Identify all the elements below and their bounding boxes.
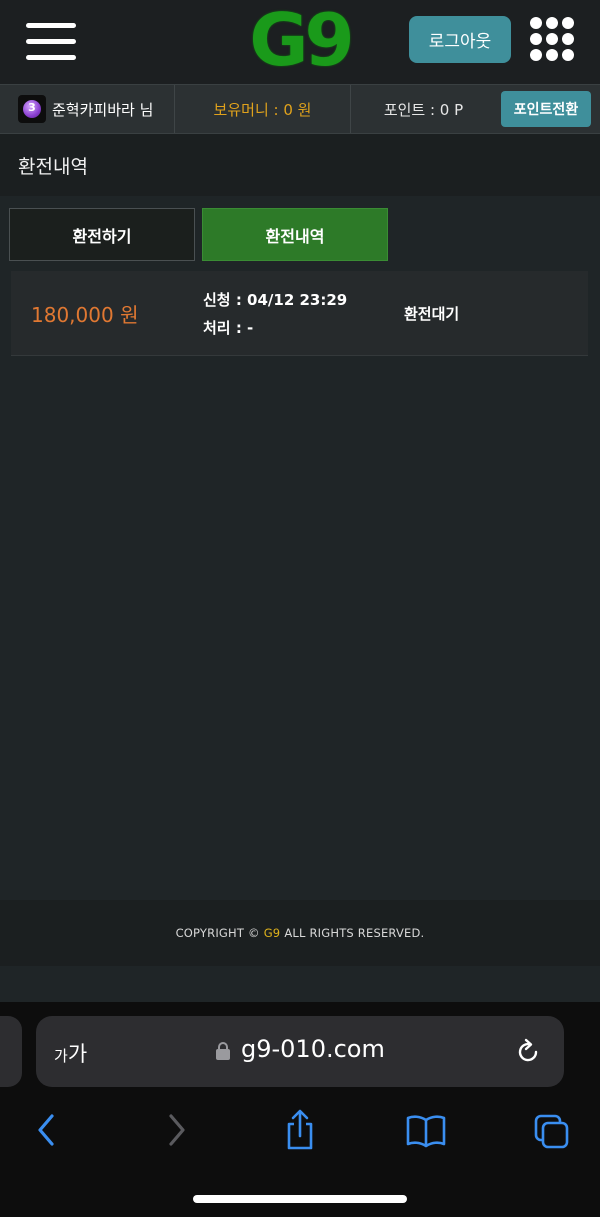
- level-badge-icon: 3: [18, 95, 46, 123]
- previous-tab-preview[interactable]: [0, 1016, 22, 1087]
- tab-exchange-history[interactable]: 환전내역: [202, 208, 388, 261]
- hamburger-menu-icon[interactable]: [26, 20, 76, 62]
- url-text[interactable]: g9-010.com: [241, 1035, 385, 1063]
- forward-icon[interactable]: [156, 1108, 196, 1152]
- home-indicator: [193, 1195, 407, 1203]
- username: 준혁카피바라 님: [52, 100, 154, 119]
- lock-icon: [216, 1042, 230, 1060]
- top-header: G9 로그아웃: [0, 0, 600, 84]
- record-amount: 180,000 원: [31, 303, 139, 327]
- back-icon[interactable]: [27, 1108, 67, 1152]
- address-bar[interactable]: 가가 g9-010.com: [36, 1016, 564, 1087]
- point-balance: 포인트 : 0 P: [350, 85, 496, 133]
- copyright-footer: COPYRIGHT © G9 ALL RIGHTS RESERVED.: [0, 900, 600, 966]
- exchange-record-row: 180,000 원 신청 : 04/12 23:29 처리 : - 환전대기: [11, 271, 588, 356]
- record-process-time: 처리 : -: [203, 319, 254, 337]
- copyright-brand: G9: [263, 926, 281, 940]
- browser-chrome: 가가 g9-010.com: [0, 1002, 600, 1217]
- copyright-suffix: ALL RIGHTS RESERVED.: [284, 926, 425, 940]
- tabs-icon[interactable]: [532, 1108, 572, 1152]
- tab-exchange[interactable]: 환전하기: [9, 208, 195, 261]
- copyright-prefix: COPYRIGHT ©: [175, 926, 260, 940]
- share-icon[interactable]: [280, 1108, 320, 1152]
- page-title: 환전내역: [0, 134, 600, 196]
- user-info-bar: 3 준혁카피바라 님 보유머니 : 0 원 포인트 : 0 P 포인트전환: [0, 84, 600, 134]
- record-request-time: 신청 : 04/12 23:29: [203, 291, 348, 309]
- bookmarks-icon[interactable]: [404, 1108, 448, 1152]
- money-balance: 보유머니 : 0 원: [174, 85, 350, 133]
- record-status: 환전대기: [404, 305, 460, 323]
- text-size-button[interactable]: 가가: [54, 1038, 87, 1068]
- point-convert-button[interactable]: 포인트전환: [501, 91, 591, 127]
- app-grid-icon[interactable]: [530, 17, 574, 61]
- reload-icon[interactable]: [514, 1038, 542, 1066]
- g9-logo[interactable]: G9: [240, 0, 360, 82]
- logout-button[interactable]: 로그아웃: [409, 16, 511, 63]
- user-cell: 3 준혁카피바라 님: [0, 85, 174, 133]
